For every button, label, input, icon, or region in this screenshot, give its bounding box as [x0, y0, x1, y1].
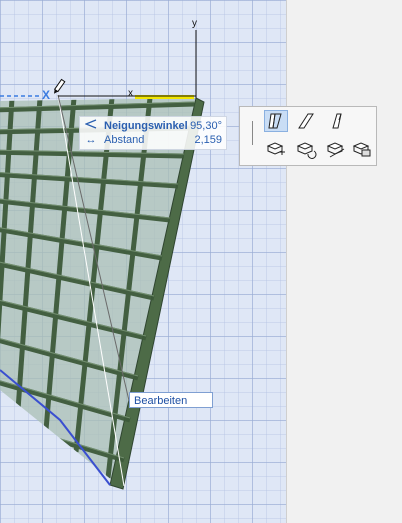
3d-viewport[interactable]: y x X Neigungswinkel 95,30° ↔ Abstand 2,…	[0, 0, 286, 523]
offset-all-icon[interactable]	[350, 138, 374, 160]
slant-wall-vertical-icon[interactable]	[264, 110, 288, 132]
distance-value[interactable]: 2,159	[194, 133, 222, 147]
angle-row: Neigungswinkel 95,30°	[84, 119, 222, 133]
rotate-node-icon[interactable]	[294, 138, 318, 160]
side-panel	[286, 0, 402, 523]
pet-palette	[239, 106, 377, 166]
offset-edge-icon[interactable]	[324, 138, 348, 160]
edit-tooltip: Bearbeiten	[129, 392, 213, 408]
y-axis-label: y	[192, 18, 197, 29]
angle-icon	[84, 119, 98, 133]
distance-label: Abstand	[104, 134, 145, 146]
pencil-cursor-icon	[53, 78, 66, 94]
palette-separator	[252, 121, 253, 145]
x-axis-label: x	[128, 88, 133, 99]
slant-wall-parallelogram-icon[interactable]	[294, 110, 318, 132]
curtain-wall-model[interactable]	[0, 0, 286, 523]
slant-wall-tilted-icon[interactable]	[324, 110, 348, 132]
angle-label: Neigungswinkel	[104, 120, 188, 132]
tracker-info-box: Neigungswinkel 95,30° ↔ Abstand 2,159	[79, 116, 227, 150]
angle-value[interactable]: 95,30°	[190, 119, 222, 133]
origin-x-label: X	[42, 88, 51, 102]
distance-row: ↔ Abstand 2,159	[84, 133, 223, 147]
arrows-horizontal-icon: ↔	[85, 134, 97, 146]
move-node-icon[interactable]	[264, 138, 288, 160]
